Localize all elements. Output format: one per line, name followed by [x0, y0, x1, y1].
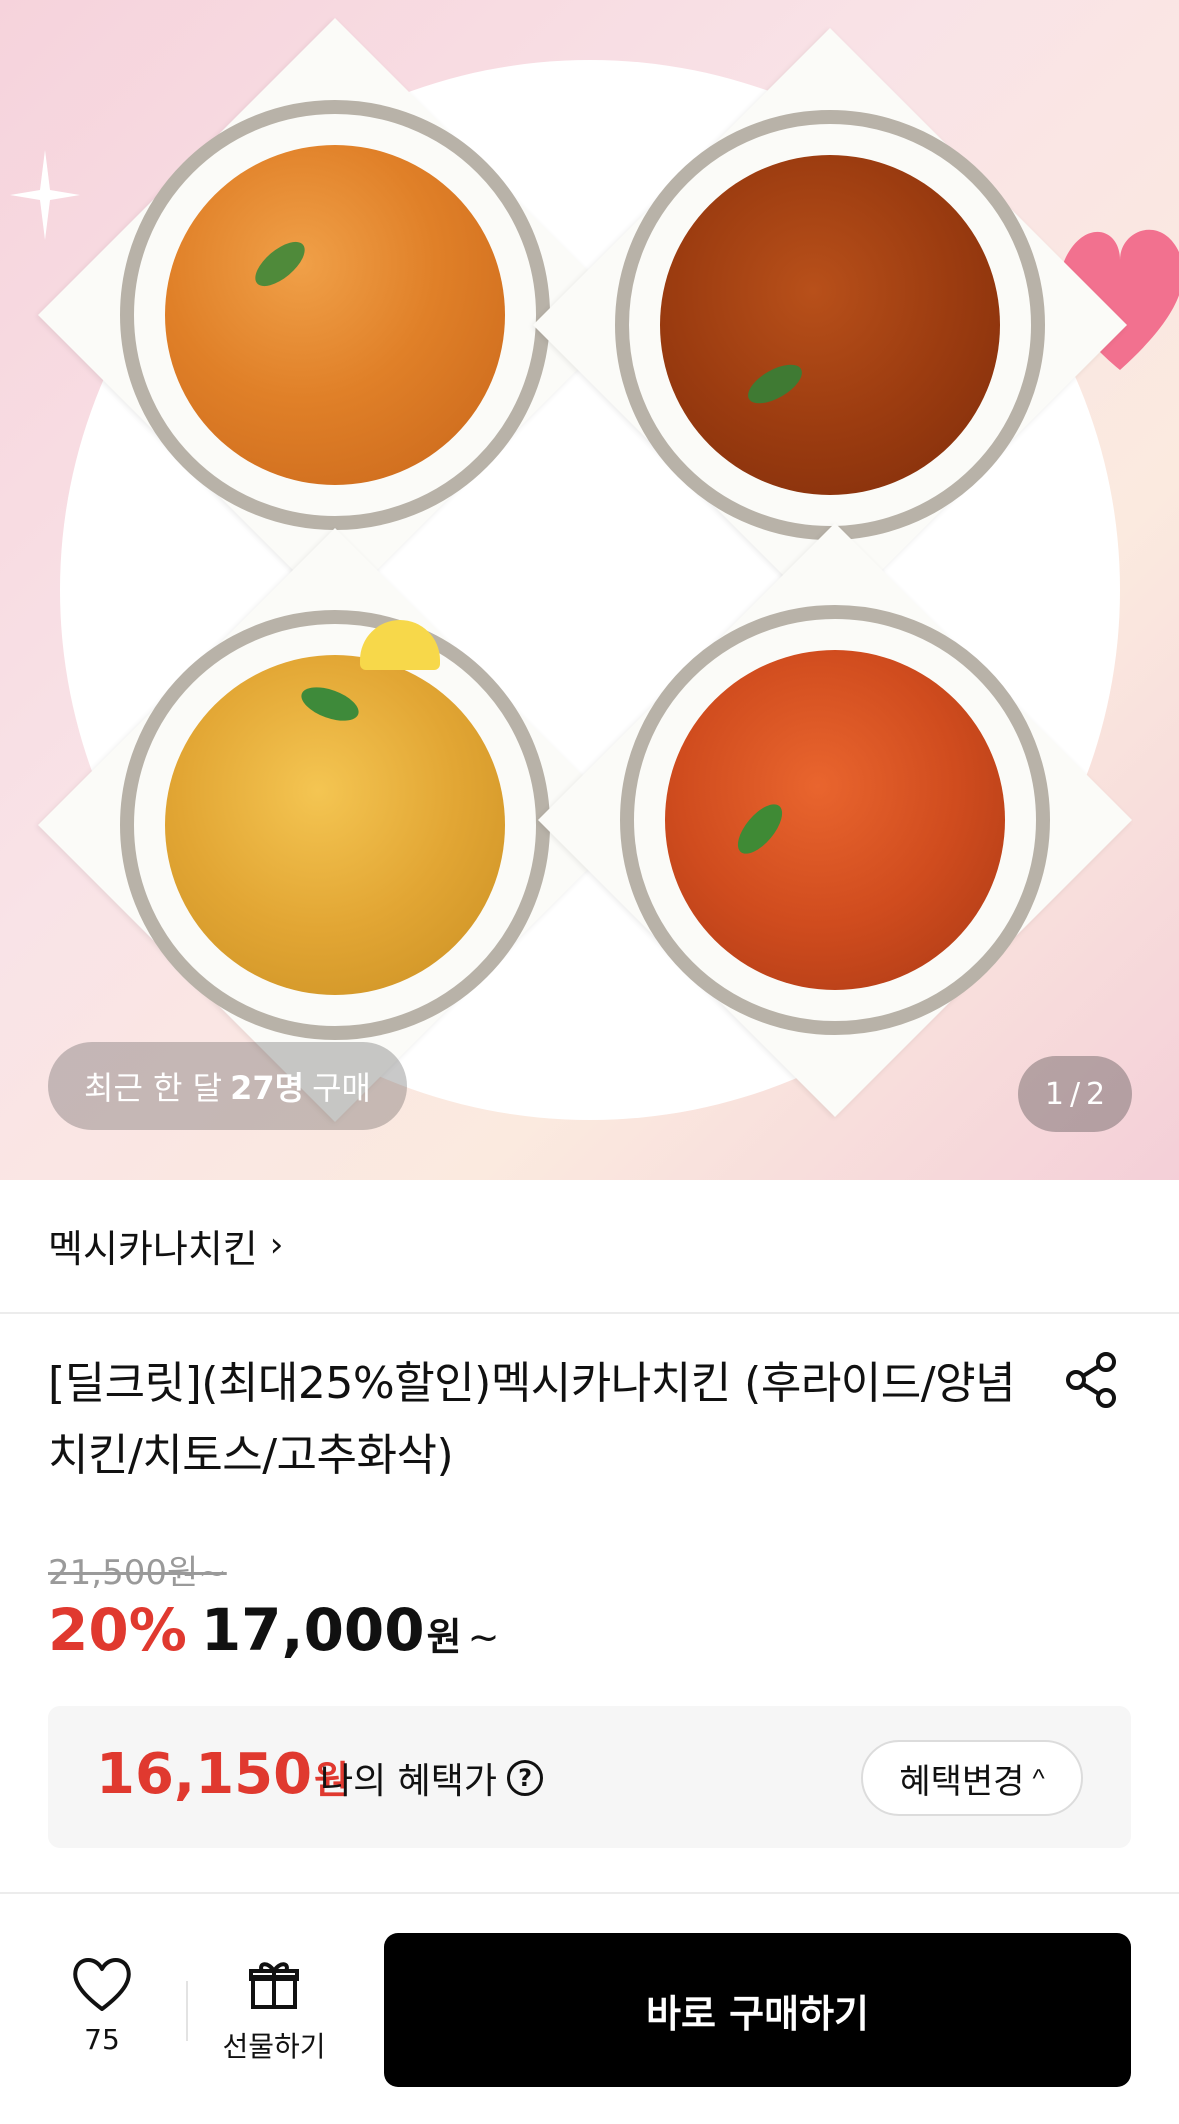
bottom-bar-divider: [0, 1892, 1179, 1894]
benefit-label-text: 나의 혜택가: [320, 1761, 498, 1802]
chevron-up-icon: ^: [1032, 1762, 1045, 1793]
bottom-bar-separator: [186, 1981, 188, 2041]
chicken-plate-spicy: [538, 523, 1132, 1117]
page-separator: /: [1069, 1076, 1081, 1112]
question-circle-icon[interactable]: ?: [507, 1760, 544, 1796]
brand-name: 멕시카나치킨: [48, 1226, 258, 1271]
like-count: 75: [84, 2023, 120, 2056]
benefit-price-value: 16,150: [96, 1742, 313, 1807]
price-row: 20% 17,000 원 ~: [48, 1596, 499, 1672]
heart-icon: [73, 1958, 131, 2011]
brand-link[interactable]: 멕시카나치킨 ›: [48, 1205, 283, 1285]
page-total: 2: [1086, 1076, 1106, 1112]
bottom-action-bar: 75 선물하기 바로 구매하기: [0, 1895, 1179, 2124]
original-price: 21,500원~: [48, 1553, 227, 1593]
discount-rate: 20%: [48, 1596, 187, 1664]
buyers-suffix: 구매: [312, 1069, 371, 1107]
benefit-price: 16,150 원: [96, 1742, 349, 1807]
page-current: 1: [1044, 1076, 1064, 1112]
gift-label: 선물하기: [222, 2030, 326, 2063]
spicy-chicken: [665, 650, 1005, 990]
sale-price-tilde: ~: [467, 1615, 500, 1659]
share-icon[interactable]: [1062, 1350, 1122, 1410]
buyers-count: 27명: [230, 1069, 305, 1107]
like-button[interactable]: 75: [62, 1955, 142, 2056]
section-divider: [0, 1312, 1179, 1314]
chicken-plate-seasoned: [533, 28, 1127, 622]
gift-icon: [249, 1962, 299, 2009]
buyers-prefix: 최근 한 달: [84, 1069, 223, 1107]
chicken-plate-fried: [38, 18, 632, 612]
image-page-indicator: 1 / 2: [1018, 1056, 1132, 1132]
buy-now-button[interactable]: 바로 구매하기: [384, 1933, 1131, 2087]
sale-price: 17,000: [200, 1596, 425, 1664]
benefit-label: 나의 혜택가 ?: [320, 1752, 544, 1804]
fried-chicken: [165, 145, 505, 485]
recent-buyers-badge: 최근 한 달 27명 구매: [48, 1042, 407, 1130]
sparkle-icon: [10, 150, 80, 240]
product-title: [딜크릿](최대25%할인)멕시카나치킨 (후라이드/양념치킨/치토스/고추화삭…: [48, 1358, 1016, 1481]
product-image-carousel[interactable]: 최근 한 달 27명 구매 1 / 2: [0, 0, 1179, 1180]
benefit-price-box: 16,150 원 나의 혜택가 ? 혜택변경 ^: [48, 1706, 1131, 1848]
seasoned-chicken: [660, 155, 1000, 495]
gift-button[interactable]: 선물하기: [214, 1959, 334, 2065]
chevron-right-icon: ›: [269, 1225, 284, 1265]
chicken-plate-cheetos: [38, 528, 632, 1122]
change-benefit-label: 혜택변경: [899, 1762, 1025, 1801]
sale-price-currency: 원: [426, 1615, 462, 1659]
change-benefit-button[interactable]: 혜택변경 ^: [861, 1740, 1083, 1816]
